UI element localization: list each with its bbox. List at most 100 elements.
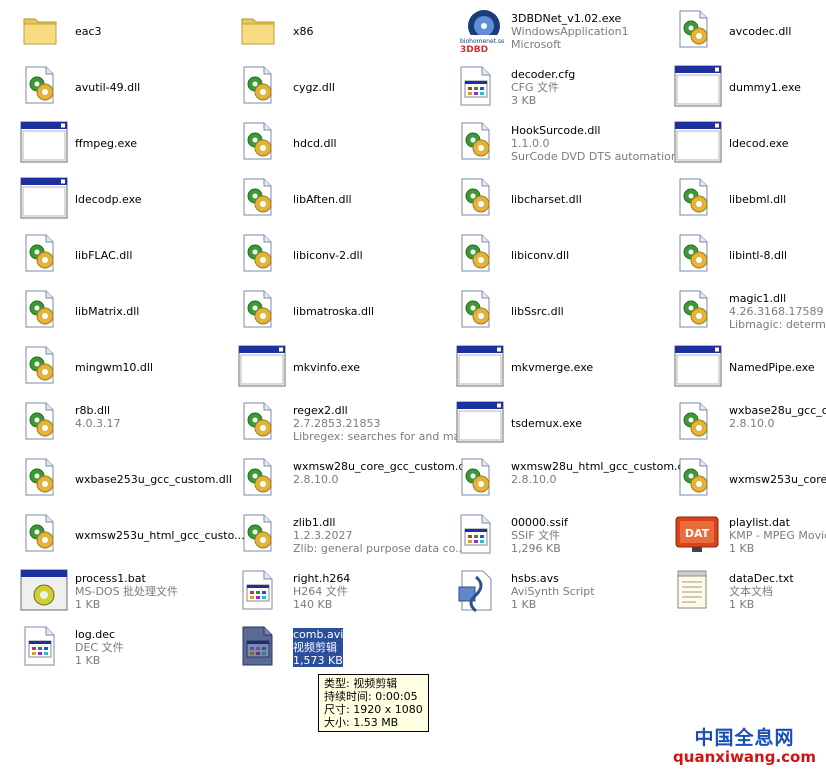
dll-icon[interactable] xyxy=(238,177,286,225)
dll-icon[interactable] xyxy=(20,65,68,113)
file-item[interactable]: wxbase28u_gcc_custo2.8.10.0 xyxy=(662,397,826,449)
file-item[interactable]: DAT playlist.datKMP - MPEG Movie File1 KB xyxy=(662,509,826,561)
file-info: libintl-8.dll xyxy=(729,249,787,262)
file-item[interactable]: NamedPipe.exe xyxy=(662,341,826,393)
dll-icon[interactable] xyxy=(456,289,504,337)
file-item[interactable]: comb.avi 视频剪辑 1,573 KB xyxy=(226,621,442,673)
file-info: wxbase28u_gcc_custo2.8.10.0 xyxy=(729,404,826,430)
file-name: right.h264 xyxy=(293,572,351,585)
dll-icon[interactable] xyxy=(20,233,68,281)
document-icon[interactable] xyxy=(456,65,504,113)
file-item[interactable]: libiconv.dll xyxy=(444,229,660,281)
dll-icon[interactable] xyxy=(238,289,286,337)
file-item[interactable]: dataDec.txt 文本文档 1 KB xyxy=(662,565,826,617)
folder-icon[interactable] xyxy=(20,9,68,57)
document-icon[interactable] xyxy=(238,569,286,617)
file-item[interactable]: r8b.dll 4.0.3.17 xyxy=(8,397,224,449)
file-item[interactable]: mkvinfo.exe xyxy=(226,341,442,393)
file-item[interactable]: libMatrix.dll xyxy=(8,285,224,337)
exe-window-icon[interactable] xyxy=(20,177,68,225)
file-name: cygz.dll xyxy=(293,81,335,94)
file-item[interactable]: mkvmerge.exe xyxy=(444,341,660,393)
dll-icon[interactable] xyxy=(20,345,68,393)
file-item[interactable]: ffmpeg.exe xyxy=(8,117,224,169)
text-file-icon[interactable] xyxy=(674,569,722,617)
3dbd-app-icon[interactable]: biohomenet.se 3DBD xyxy=(456,9,505,57)
dll-icon[interactable] xyxy=(20,457,68,505)
file-item[interactable]: magic1.dll 4.26.3168.17589 Libmagic: deter… xyxy=(662,285,826,337)
document-icon[interactable] xyxy=(20,625,68,673)
file-item[interactable]: wxmsw28u_core_gcc_custom.dll 2.8.10.0 xyxy=(226,453,471,505)
file-item[interactable]: wxbase253u_gcc_custom.dll xyxy=(8,453,232,505)
exe-window-icon[interactable] xyxy=(674,121,722,169)
file-item[interactable]: hdcd.dll xyxy=(226,117,442,169)
file-item[interactable]: mingwm10.dll xyxy=(8,341,224,393)
file-item[interactable]: libAften.dll xyxy=(226,173,442,225)
dll-icon[interactable] xyxy=(238,513,286,561)
exe-window-icon[interactable] xyxy=(456,401,504,449)
file-item[interactable]: x86 xyxy=(226,5,442,57)
dll-icon[interactable] xyxy=(238,65,286,113)
dll-icon[interactable] xyxy=(674,9,722,57)
file-item[interactable]: libiconv-2.dll xyxy=(226,229,442,281)
dll-icon[interactable] xyxy=(20,289,68,337)
dll-icon[interactable] xyxy=(20,513,68,561)
exe-window-icon[interactable] xyxy=(674,345,722,393)
file-item[interactable]: libcharset.dll xyxy=(444,173,660,225)
file-item[interactable]: wxmsw253u_html_gcc_custo... xyxy=(8,509,245,561)
file-item[interactable]: ldecod.exe xyxy=(662,117,826,169)
file-item[interactable]: wxmsw28u_html_gcc_custom.dll 2.8.10.0 xyxy=(444,453,691,505)
file-item[interactable]: 00000.ssif SSIF 文件 1,296 KB xyxy=(444,509,660,561)
dll-icon[interactable] xyxy=(674,457,722,505)
file-item[interactable]: wxmsw253u_core_gcc xyxy=(662,453,826,505)
file-item[interactable]: regex2.dll 2.7.2853.21853 Libregex: search… xyxy=(226,397,471,449)
dll-icon[interactable] xyxy=(674,401,722,449)
dll-icon[interactable] xyxy=(674,233,722,281)
dll-icon[interactable] xyxy=(456,121,504,169)
file-item[interactable]: cygz.dll xyxy=(226,61,442,113)
batch-icon[interactable] xyxy=(20,569,68,617)
file-item[interactable]: libmatroska.dll xyxy=(226,285,442,337)
file-item[interactable]: ldecodp.exe xyxy=(8,173,224,225)
dll-icon[interactable] xyxy=(238,457,286,505)
dll-icon[interactable] xyxy=(238,121,286,169)
file-item[interactable]: libintl-8.dll xyxy=(662,229,826,281)
dll-icon[interactable] xyxy=(238,401,286,449)
file-item[interactable]: tsdemux.exe xyxy=(444,397,660,449)
file-item[interactable]: decoder.cfg CFG 文件 3 KB xyxy=(444,61,660,113)
exe-window-icon[interactable] xyxy=(238,345,286,393)
file-info: process1.bat MS-DOS 批处理文件 1 KB xyxy=(75,572,178,611)
file-item[interactable]: hsbs.avs AviSynth Script 1 KB xyxy=(444,565,660,617)
exe-window-icon[interactable] xyxy=(20,121,68,169)
document-icon[interactable] xyxy=(456,513,504,561)
avisynth-icon[interactable] xyxy=(456,569,504,617)
file-type-or-version: KMP - MPEG Movie File xyxy=(729,529,826,542)
dll-icon[interactable] xyxy=(456,457,504,505)
file-item[interactable]: eac3 xyxy=(8,5,224,57)
file-item[interactable]: dummy1.exe xyxy=(662,61,826,113)
exe-window-icon[interactable] xyxy=(674,65,722,113)
dll-icon[interactable] xyxy=(456,233,504,281)
file-info: hsbs.avs AviSynth Script 1 KB xyxy=(511,572,595,611)
file-item[interactable]: zlib1.dll 1.2.3.2027 Zlib: general purpose… xyxy=(226,509,466,561)
dll-icon[interactable] xyxy=(456,177,504,225)
file-item[interactable]: right.h264 H264 文件 140 KB xyxy=(226,565,442,617)
dll-icon[interactable] xyxy=(674,289,722,337)
folder-icon[interactable] xyxy=(238,9,286,57)
file-item[interactable]: libebml.dll xyxy=(662,173,826,225)
dll-icon[interactable] xyxy=(20,401,68,449)
exe-window-icon[interactable] xyxy=(456,345,504,393)
dat-icon[interactable]: DAT xyxy=(674,513,722,561)
file-item[interactable]: avutil-49.dll xyxy=(8,61,224,113)
file-item[interactable]: biohomenet.se 3DBD 3DBDNet_v1.02.exe Window… xyxy=(444,5,660,57)
dll-icon[interactable] xyxy=(238,233,286,281)
file-name: playlist.dat xyxy=(729,516,790,529)
file-item[interactable]: avcodec.dll xyxy=(662,5,826,57)
file-item[interactable]: process1.bat MS-DOS 批处理文件 1 KB xyxy=(8,565,224,617)
dll-icon[interactable] xyxy=(674,177,722,225)
file-item[interactable]: HookSurcode.dll 1.1.0.0 SurCode DVD DTS au… xyxy=(444,117,678,169)
file-item[interactable]: libSsrc.dll xyxy=(444,285,660,337)
file-item[interactable]: log.dec DEC 文件 1 KB xyxy=(8,621,224,673)
video-file-icon[interactable] xyxy=(238,625,286,673)
file-item[interactable]: libFLAC.dll xyxy=(8,229,224,281)
